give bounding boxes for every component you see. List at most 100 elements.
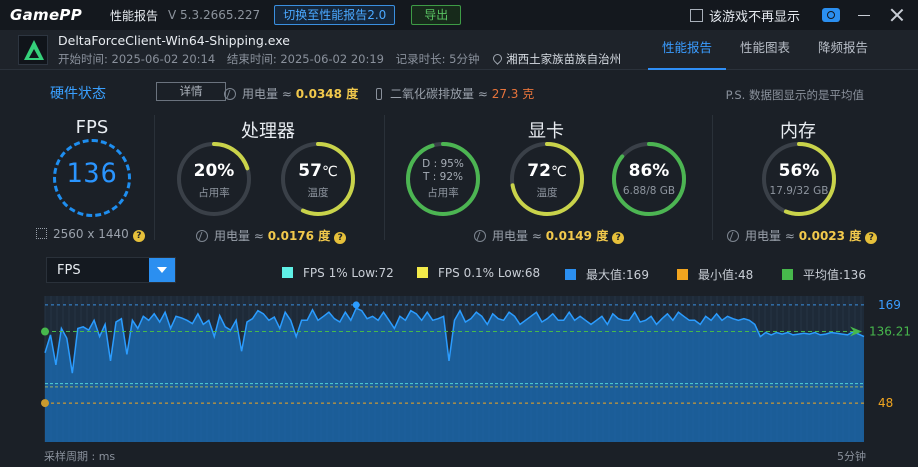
fps-chart-svg: 169 136.21 48: [41, 296, 911, 442]
no-show-checkbox[interactable]: [689, 8, 703, 22]
legend-max: 最大值:169: [565, 266, 649, 283]
avg-marker: [41, 327, 49, 336]
hardware-status-title: 硬件状态: [50, 86, 106, 102]
window-title: 性能报告: [110, 8, 159, 23]
memory-usage-value: 56%: [778, 161, 820, 181]
gpu-temp-value: 72℃: [507, 161, 587, 181]
cpu-temp-value: 57℃: [278, 161, 358, 181]
gpu-power: 用电量 ≈ 0.0149 度?: [474, 227, 625, 244]
process-bar: DeltaForceClient-Win64-Shipping.exe 开始时间…: [0, 30, 918, 70]
process-name: DeltaForceClient-Win64-Shipping.exe: [58, 33, 290, 48]
co2-emission: 二氧化碳排放量 ≈ 27.3 克: [376, 85, 534, 102]
legend-label: 平均值:136: [803, 268, 866, 282]
total-power-value: 0.0348 度: [295, 87, 359, 101]
export-button[interactable]: 导出: [411, 5, 462, 25]
metric-select[interactable]: FPS: [46, 257, 176, 283]
hardware-status-row: 硬件状态 详情 用电量 ≈ 0.0348 度 二氧化碳排放量 ≈ 27.3 克 …: [0, 80, 918, 104]
max-value-label: 169: [878, 298, 901, 312]
memory-power-value: 0.0023 度: [798, 229, 862, 243]
gpu-t-usage: T : 92%: [423, 171, 463, 183]
minimize-icon[interactable]: [858, 14, 870, 16]
metric-select-value: FPS: [57, 263, 81, 278]
legend-label: 最大值:169: [586, 268, 649, 282]
legend-avg: 平均值:136: [782, 266, 866, 283]
legend-label: FPS 1% Low:72: [303, 266, 394, 280]
camera-icon[interactable]: [822, 8, 840, 22]
total-power: 用电量 ≈ 0.0348 度: [224, 85, 358, 102]
memory-power-icon: [727, 230, 739, 242]
gpu-usage-label: 占用率: [427, 187, 459, 199]
fps-chart: 169 136.21 48: [0, 290, 918, 450]
cpu-help-icon[interactable]: ?: [334, 232, 347, 244]
total-power-label: 用电量 ≈: [242, 87, 292, 101]
co2-value: 27.3 克: [491, 87, 535, 101]
gpu-power-value: 0.0149 度: [545, 229, 609, 243]
min-value-label: 48: [878, 396, 893, 410]
fps-value: 136: [66, 158, 118, 189]
resolution: 2560 x 1440?: [36, 227, 145, 242]
cpu-temp-number: 57: [298, 161, 322, 181]
close-icon[interactable]: [890, 8, 904, 22]
memory-usage-gauge: 56% 17.9/32 GB: [759, 139, 839, 219]
cpu-temp-label: 温度: [307, 187, 329, 199]
cpu-usage-gauge: 20% 占用率: [174, 139, 254, 219]
version-label: V 5.3.2665.227: [168, 8, 261, 22]
gpu-temp-label: 温度: [536, 187, 558, 199]
co2-icon: [376, 88, 382, 100]
cpu-usage-label: 占用率: [198, 187, 230, 199]
fps-area: [45, 308, 864, 442]
legend-swatch-icon: [417, 267, 428, 278]
chevron-down-icon[interactable]: [149, 258, 175, 282]
switch-report-button[interactable]: 切换至性能报告2.0: [274, 5, 396, 25]
legend-fps-01-low: FPS 0.1% Low:68: [417, 266, 540, 280]
legend-swatch-icon: [282, 267, 293, 278]
cpu-power-value: 0.0176 度: [267, 229, 331, 243]
gpu-d-usage: D : 95%: [422, 158, 464, 170]
tab-performance-report[interactable]: 性能报告: [648, 30, 726, 70]
report-tabs: 性能报告 性能图表 降频报告: [648, 30, 918, 70]
app-logo: GamePP: [10, 6, 83, 24]
title-bar-controls: 该游戏不再显示: [689, 0, 918, 30]
gpu-memory-detail: 6.88/8 GB: [622, 185, 676, 197]
cpu-power-label: 用电量 ≈: [214, 229, 264, 243]
help-icon[interactable]: ?: [132, 230, 145, 242]
cpu-usage-value: 20%: [193, 161, 235, 181]
divider: [384, 115, 385, 240]
cpu-temp-gauge: 57℃ 温度: [278, 139, 358, 219]
tab-throttle-report[interactable]: 降频报告: [804, 30, 882, 70]
location: 湘西土家族苗族自治州: [506, 52, 622, 66]
resolution-icon: [36, 228, 47, 239]
gpu-usage-gauge: D : 95% T : 92% 占用率: [403, 139, 483, 219]
legend-fps-1-low: FPS 1% Low:72: [282, 266, 394, 280]
x-axis-end-label: 5分钟: [837, 450, 866, 463]
gpu-power-label: 用电量 ≈: [492, 229, 542, 243]
details-button[interactable]: 详情: [156, 82, 226, 101]
cpu-power-icon: [196, 230, 208, 242]
memory-power: 用电量 ≈ 0.0023 度?: [727, 227, 878, 244]
cpu-power: 用电量 ≈ 0.0176 度?: [196, 227, 347, 244]
legend-min: 最小值:48: [677, 266, 753, 283]
end-time: 结束时间: 2025-06-02 20:19: [226, 52, 384, 66]
gpu-power-icon: [474, 230, 486, 242]
gpu-temp-unit: ℃: [550, 164, 567, 180]
memory-power-label: 用电量 ≈: [745, 229, 795, 243]
legend-swatch-icon: [677, 269, 688, 280]
tab-performance-chart[interactable]: 性能图表: [726, 30, 804, 70]
memory-help-icon[interactable]: ?: [865, 232, 878, 244]
divider: [712, 115, 713, 240]
min-marker: [41, 399, 49, 408]
avg-value-label: 136.21: [869, 325, 911, 339]
power-icon: [224, 88, 236, 100]
legend-swatch-icon: [782, 269, 793, 280]
divider: [154, 115, 155, 240]
record-duration: 记录时长: 5分钟: [395, 52, 480, 66]
cpu-temp-unit: ℃: [321, 164, 338, 180]
no-show-label[interactable]: 该游戏不再显示: [709, 6, 800, 25]
title-bar: GamePP 性能报告 V 5.3.2665.227 切换至性能报告2.0 导出…: [0, 0, 918, 30]
x-axis-label: 采样周期 : ms: [44, 450, 116, 463]
game-icon: [18, 35, 48, 65]
resolution-value: 2560 x 1440: [53, 227, 129, 241]
gpu-temp-gauge: 72℃ 温度: [507, 139, 587, 219]
gpu-help-icon[interactable]: ?: [612, 232, 625, 244]
location-pin-icon: [491, 52, 505, 65]
